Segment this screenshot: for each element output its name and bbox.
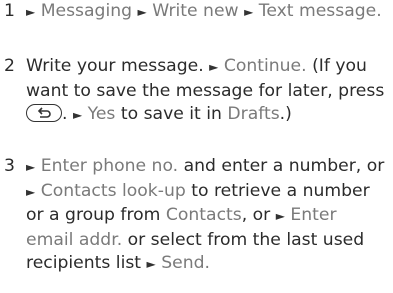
instruction-page: 1 ► Messaging ► Write new ► Text message… xyxy=(0,0,393,293)
arrow-icon: ► xyxy=(275,209,285,223)
step-2-period: . xyxy=(62,104,68,124)
step-3-period: . xyxy=(204,253,210,273)
menu-write-new: Write new xyxy=(152,1,239,21)
arrow-icon: ► xyxy=(26,160,36,174)
step-number: 1 xyxy=(4,1,15,21)
arrow-icon: ► xyxy=(244,5,254,19)
step-2-text: Write your message. ► Continue. (If you … xyxy=(26,55,385,128)
menu-contacts-lookup: Contacts look-up xyxy=(40,180,186,201)
menu-contacts: Contacts xyxy=(165,205,242,225)
menu-yes: Yes xyxy=(87,104,116,124)
step-1-text: ► Messaging ► Write new ► Text message. xyxy=(26,0,385,25)
arrow-icon: ► xyxy=(72,108,83,122)
step-3-text-a: and enter a number, or xyxy=(183,156,385,176)
step-number: 2 xyxy=(4,56,15,76)
back-key-icon xyxy=(26,104,62,122)
menu-continue: Continue. xyxy=(223,56,307,76)
step-3-text: ► Enter phone no. and enter a number, or… xyxy=(26,155,385,277)
step-2-text-a: Write your message. xyxy=(26,56,204,76)
step-1-period: . xyxy=(376,1,382,21)
menu-drafts: Drafts xyxy=(227,104,280,124)
arrow-icon: ► xyxy=(26,5,36,19)
arrow-icon: ► xyxy=(209,60,219,74)
step-3: 3 ► Enter phone no. and enter a number, … xyxy=(0,155,385,277)
step-1: 1 ► Messaging ► Write new ► Text message… xyxy=(0,0,385,25)
step-3-text-c: , or xyxy=(241,205,271,225)
arrow-icon: ► xyxy=(26,184,36,199)
arrow-icon: ► xyxy=(146,257,156,271)
menu-send: Send xyxy=(161,253,205,273)
menu-text-message: Text message xyxy=(258,1,377,21)
step-number: 3 xyxy=(4,156,15,176)
menu-messaging: Messaging xyxy=(40,1,133,21)
menu-enter-phone: Enter phone no. xyxy=(40,156,179,176)
arrow-icon: ► xyxy=(137,5,147,19)
step-2: 2 Write your message. ► Continue. (If yo… xyxy=(0,55,385,128)
step-2-text-c: to save it in xyxy=(120,104,222,124)
step-2-text-d: .) xyxy=(279,104,292,124)
